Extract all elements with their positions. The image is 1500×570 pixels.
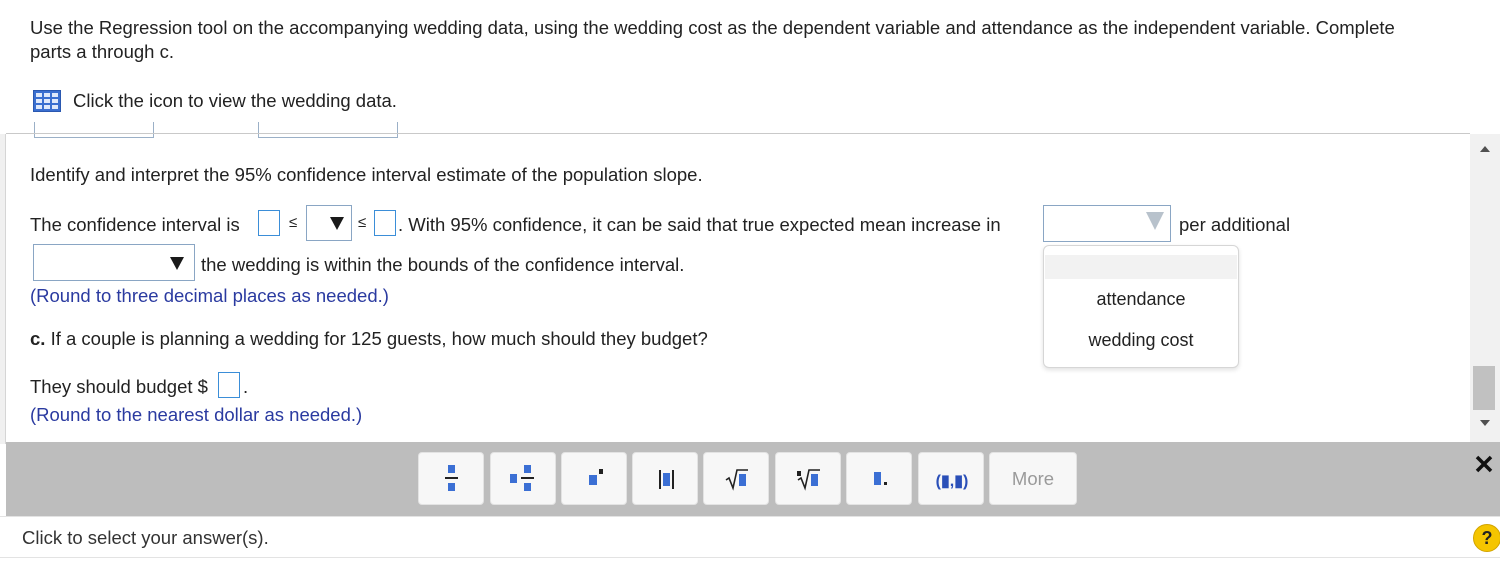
fraction-button[interactable] — [418, 452, 484, 505]
dropdown-arrow-icon — [330, 217, 344, 230]
help-icon[interactable]: ? — [1473, 524, 1500, 552]
nth-root-icon — [797, 469, 820, 491]
budget-prefix-text: They should budget $ — [30, 376, 208, 397]
vertical-scrollbar[interactable] — [1470, 134, 1500, 442]
budget-input[interactable] — [218, 372, 240, 398]
decimal-button[interactable] — [846, 452, 912, 505]
decimal-icon — [874, 472, 887, 485]
leq-symbol-2: ≤ — [358, 214, 367, 231]
budget-suffix-text: . — [243, 376, 249, 397]
answer-scroll-area: Identify and interpret the 95% confidenc… — [6, 134, 1470, 442]
per-additional-text: per additional — [1179, 214, 1291, 235]
absolute-value-icon — [659, 470, 674, 489]
ci-prefix-text: The confidence interval is — [30, 214, 240, 235]
scroll-down-arrow-icon[interactable] — [1480, 420, 1490, 426]
part-c-prompt: c. If a couple is planning a wedding for… — [30, 328, 708, 350]
part-c-label: c. — [30, 328, 46, 349]
variable-dropdown-menu: attendance wedding cost — [1043, 245, 1239, 368]
dropdown-arrow-icon — [170, 257, 184, 270]
exponent-button[interactable] — [561, 452, 627, 505]
absolute-value-button[interactable] — [632, 452, 698, 505]
footer-bar: Click to select your answer(s). ? — [0, 516, 1500, 570]
square-root-button[interactable] — [703, 452, 769, 505]
question-header: Use the Regression tool on the accompany… — [30, 16, 1480, 64]
grid-table-icon[interactable] — [33, 90, 61, 112]
part-c-prompt-text: If a couple is planning a wedding for 12… — [50, 328, 708, 349]
variable-2-dropdown[interactable] — [33, 244, 195, 281]
dropdown-option-blank[interactable] — [1045, 255, 1237, 279]
slope-symbol-dropdown[interactable] — [306, 205, 352, 241]
dropdown-arrow-icon — [1146, 212, 1164, 230]
math-toolbar: (▮,▮) More — [6, 442, 1500, 516]
scroll-thumb[interactable] — [1473, 366, 1495, 410]
question-line-1: Use the Regression tool on the accompany… — [30, 17, 1395, 38]
ci-interpretation-text: . With 95% confidence, it can be said th… — [398, 214, 1001, 235]
dropdown-option-attendance[interactable]: attendance — [1044, 289, 1238, 310]
part-b-prompt: Identify and interpret the 95% confidenc… — [30, 164, 703, 185]
dropdown-option-wedding-cost[interactable]: wedding cost — [1044, 330, 1238, 351]
footer-divider — [0, 557, 1500, 558]
mixed-number-button[interactable] — [490, 452, 556, 505]
fraction-icon — [445, 465, 458, 491]
status-text: Click to select your answer(s). — [22, 527, 269, 548]
bounds-text: the wedding is within the bounds of the … — [201, 254, 685, 275]
view-data-link[interactable]: Click the icon to view the wedding data. — [33, 90, 397, 112]
nth-root-button[interactable] — [775, 452, 841, 505]
more-button[interactable]: More — [989, 452, 1077, 505]
ci-upper-input[interactable] — [374, 210, 396, 236]
scroll-up-arrow-icon[interactable] — [1480, 146, 1490, 152]
view-data-link-text[interactable]: Click the icon to view the wedding data. — [73, 90, 397, 112]
part-b-round-note: (Round to three decimal places as needed… — [30, 285, 389, 306]
square-root-icon — [725, 469, 748, 491]
variable-1-dropdown[interactable] — [1043, 205, 1171, 242]
part-c-round-note: (Round to the nearest dollar as needed.) — [30, 404, 363, 425]
exponent-icon — [589, 469, 603, 485]
ordered-pair-icon: (▮,▮) — [936, 473, 969, 490]
mixed-number-icon — [510, 465, 534, 491]
close-icon[interactable] — [1472, 452, 1496, 476]
question-line-2: parts a through c. — [30, 41, 174, 62]
ordered-pair-button[interactable]: (▮,▮) — [918, 452, 984, 505]
ordered-pair-label: (▮,▮) — [936, 473, 969, 490]
ci-lower-input[interactable] — [258, 210, 280, 236]
leq-symbol-1: ≤ — [289, 214, 298, 231]
